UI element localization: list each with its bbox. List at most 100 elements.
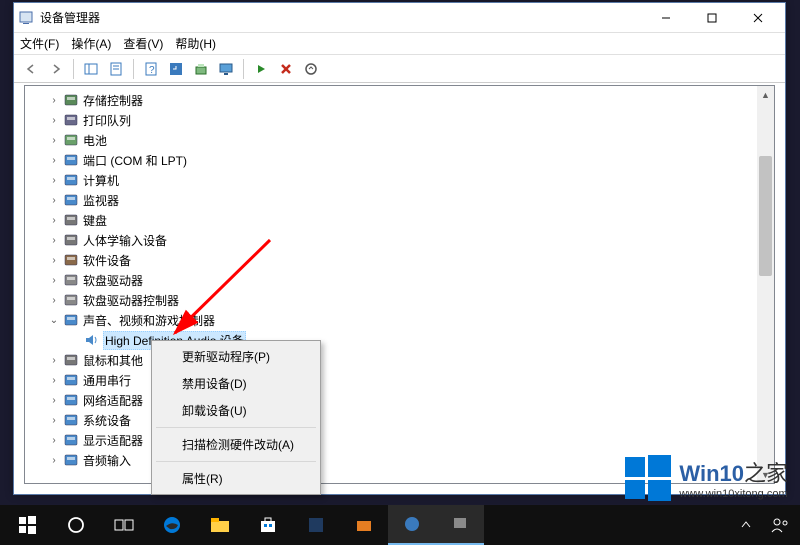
expand-icon[interactable]: › bbox=[47, 133, 61, 147]
tree-node[interactable]: › 软盘驱动器 bbox=[27, 270, 755, 290]
watermark-url: www.win10xitong.com bbox=[679, 488, 788, 500]
device-icon bbox=[63, 132, 79, 148]
tree-node[interactable]: › 打印队列 bbox=[27, 110, 755, 130]
expand-icon[interactable]: › bbox=[47, 233, 61, 247]
explorer-icon[interactable] bbox=[196, 505, 244, 545]
tree-node[interactable]: › 监视器 bbox=[27, 190, 755, 210]
taskbar-browser-icon[interactable] bbox=[388, 505, 436, 545]
expand-icon[interactable]: › bbox=[47, 213, 61, 227]
expand-icon[interactable]: › bbox=[47, 413, 61, 427]
windows-logo-icon bbox=[625, 455, 671, 501]
expand-icon[interactable]: › bbox=[47, 253, 61, 267]
expand-icon[interactable]: › bbox=[47, 433, 61, 447]
context-menu-item[interactable]: 属性(R) bbox=[154, 465, 318, 492]
expand-icon[interactable]: › bbox=[47, 153, 61, 167]
watermark-suffix: 之家 bbox=[744, 461, 788, 486]
tree-node[interactable]: › 网络适配器 bbox=[27, 390, 755, 410]
tree-node[interactable]: › 系统设备 bbox=[27, 410, 755, 430]
tree-node[interactable]: › 软盘驱动器控制器 bbox=[27, 290, 755, 310]
tree-node-child[interactable]: High Definition Audio 设备 bbox=[27, 330, 755, 350]
scan-button[interactable] bbox=[165, 58, 187, 80]
context-menu-item[interactable]: 卸载设备(U) bbox=[154, 397, 318, 424]
device-icon bbox=[63, 212, 79, 228]
titlebar: 设备管理器 bbox=[14, 3, 785, 33]
tree-node[interactable]: › 存储控制器 bbox=[27, 90, 755, 110]
tree-label: 显示适配器 bbox=[83, 432, 143, 449]
tree-label: 存储控制器 bbox=[83, 92, 143, 109]
expand-icon[interactable]: › bbox=[47, 293, 61, 307]
tree-node[interactable]: ⌄ 声音、视频和游戏控制器 bbox=[27, 310, 755, 330]
expand-icon[interactable]: › bbox=[47, 113, 61, 127]
enable-button[interactable] bbox=[250, 58, 272, 80]
expand-icon[interactable]: › bbox=[47, 173, 61, 187]
tree-node[interactable]: › 电池 bbox=[27, 130, 755, 150]
task-view-icon[interactable] bbox=[100, 505, 148, 545]
tree-label: 网络适配器 bbox=[83, 392, 143, 409]
expand-icon[interactable]: › bbox=[47, 453, 61, 467]
expand-icon[interactable]: › bbox=[47, 373, 61, 387]
tree-node[interactable]: › 计算机 bbox=[27, 170, 755, 190]
uninstall-button[interactable] bbox=[275, 58, 297, 80]
tree-panel: › 存储控制器 › 打印队列 › 电池 › 端口 (COM 和 LPT) › 计… bbox=[24, 85, 775, 484]
context-menu-item[interactable]: 禁用设备(D) bbox=[154, 370, 318, 397]
device-icon bbox=[63, 412, 79, 428]
menu-action[interactable]: 操作(A) bbox=[71, 35, 111, 52]
close-button[interactable] bbox=[735, 3, 781, 33]
device-icon bbox=[63, 112, 79, 128]
expand-icon[interactable]: › bbox=[47, 273, 61, 287]
maximize-button[interactable] bbox=[689, 3, 735, 33]
expand-icon[interactable]: › bbox=[47, 193, 61, 207]
tree-label: 计算机 bbox=[83, 172, 119, 189]
edge-icon[interactable] bbox=[148, 505, 196, 545]
device-icon bbox=[63, 152, 79, 168]
menu-view[interactable]: 查看(V) bbox=[123, 35, 163, 52]
context-menu-item[interactable]: 扫描检测硬件改动(A) bbox=[154, 431, 318, 458]
context-menu-item[interactable]: 更新驱动程序(P) bbox=[154, 343, 318, 370]
taskbar bbox=[0, 505, 800, 545]
tree-node[interactable]: › 端口 (COM 和 LPT) bbox=[27, 150, 755, 170]
tree-node[interactable]: › 人体学输入设备 bbox=[27, 230, 755, 250]
tree-label: 监视器 bbox=[83, 192, 119, 209]
watermark: Win10之家 www.win10xitong.com bbox=[625, 455, 788, 501]
app2-icon[interactable] bbox=[340, 505, 388, 545]
tree-label: 软件设备 bbox=[83, 252, 131, 269]
monitor-button[interactable] bbox=[215, 58, 237, 80]
tray-up-icon[interactable] bbox=[732, 505, 760, 545]
start-button[interactable] bbox=[4, 505, 52, 545]
expand-icon[interactable]: › bbox=[47, 353, 61, 367]
scan-hardware-button[interactable] bbox=[300, 58, 322, 80]
scroll-up-icon[interactable]: ▲ bbox=[757, 86, 774, 103]
tree-label: 鼠标和其他 bbox=[83, 352, 143, 369]
show-hide-button[interactable] bbox=[80, 58, 102, 80]
scroll-thumb[interactable] bbox=[759, 156, 772, 276]
update-button[interactable] bbox=[190, 58, 212, 80]
tree-node[interactable]: › 显示适配器 bbox=[27, 430, 755, 450]
device-icon bbox=[63, 392, 79, 408]
properties-button[interactable] bbox=[105, 58, 127, 80]
tree-label: 系统设备 bbox=[83, 412, 131, 429]
menu-file[interactable]: 文件(F) bbox=[20, 35, 59, 52]
expand-icon[interactable]: › bbox=[47, 393, 61, 407]
taskbar-devmgr-icon[interactable] bbox=[436, 505, 484, 545]
device-icon bbox=[63, 372, 79, 388]
tree-label: 音频输入 bbox=[83, 452, 131, 469]
back-button[interactable] bbox=[20, 58, 42, 80]
app1-icon[interactable] bbox=[292, 505, 340, 545]
device-icon bbox=[63, 452, 79, 468]
tree-node[interactable]: › 通用串行 bbox=[27, 370, 755, 390]
help-button[interactable]: ? bbox=[140, 58, 162, 80]
minimize-button[interactable] bbox=[643, 3, 689, 33]
menu-separator bbox=[156, 427, 316, 428]
tree-node[interactable]: › 键盘 bbox=[27, 210, 755, 230]
tree-node[interactable]: › 软件设备 bbox=[27, 250, 755, 270]
cortana-icon[interactable] bbox=[52, 505, 100, 545]
forward-button[interactable] bbox=[45, 58, 67, 80]
expand-icon[interactable]: › bbox=[47, 93, 61, 107]
store-icon[interactable] bbox=[244, 505, 292, 545]
expand-icon[interactable]: ⌄ bbox=[47, 313, 61, 327]
scrollbar[interactable]: ▲ ▼ bbox=[757, 86, 774, 483]
menu-help[interactable]: 帮助(H) bbox=[175, 35, 216, 52]
device-tree[interactable]: › 存储控制器 › 打印队列 › 电池 › 端口 (COM 和 LPT) › 计… bbox=[25, 86, 757, 483]
tree-node[interactable]: › 鼠标和其他 bbox=[27, 350, 755, 370]
people-icon[interactable] bbox=[760, 505, 800, 545]
